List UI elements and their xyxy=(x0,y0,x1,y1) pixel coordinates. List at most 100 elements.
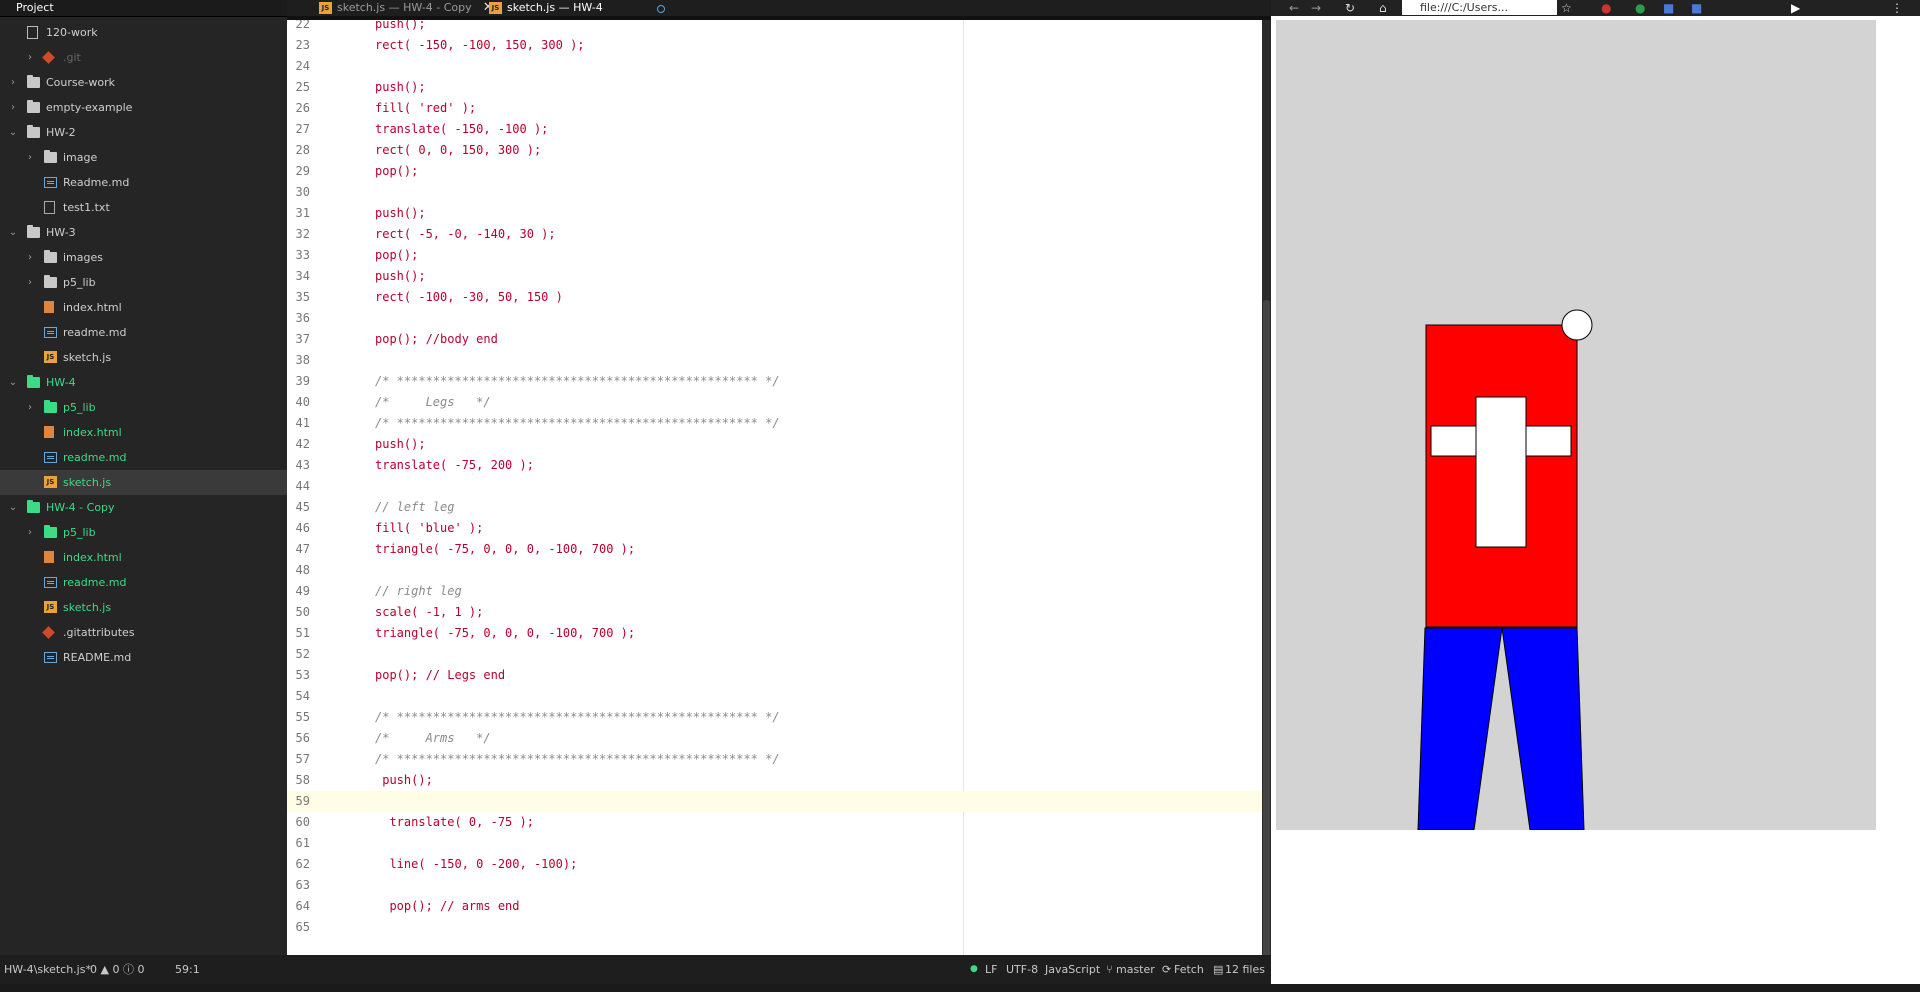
code-line[interactable]: 42 push(); xyxy=(287,434,1262,455)
chevron-down-icon[interactable]: ⌄ xyxy=(8,370,18,395)
code-line[interactable]: 56 /* Arms */ xyxy=(287,728,1262,749)
code-line[interactable]: 39 /* ***********************************… xyxy=(287,371,1262,392)
code-line[interactable]: 38 xyxy=(287,350,1262,371)
code-line[interactable]: 48 xyxy=(287,560,1262,581)
extension-icon[interactable]: ● xyxy=(1601,1,1611,15)
tree-item[interactable]: readme.md xyxy=(0,570,287,595)
code-line[interactable]: 58 push(); xyxy=(287,770,1262,791)
code-line[interactable]: 26 fill( 'red' ); xyxy=(287,98,1262,119)
tree-item[interactable]: readme.md xyxy=(0,320,287,345)
chevron-right-icon[interactable]: › xyxy=(8,95,18,120)
extension-icon[interactable]: ▶ xyxy=(1791,1,1800,15)
tree-item[interactable]: 120-work xyxy=(0,20,287,45)
code-line[interactable]: 45 // left leg xyxy=(287,497,1262,518)
code-line[interactable]: 57 /* ***********************************… xyxy=(287,749,1262,770)
code-line[interactable]: 61 xyxy=(287,833,1262,854)
tree-item[interactable]: JS sketch.js xyxy=(0,470,287,495)
extension-icon[interactable]: ■ xyxy=(1663,1,1674,15)
problems-count[interactable]: 0 ▲ 0 ⓘ 0 xyxy=(90,955,144,984)
tree-item[interactable]: › p5_lib xyxy=(0,270,287,295)
chevron-right-icon[interactable]: › xyxy=(25,395,35,420)
file-path[interactable]: HW-4\sketch.js* xyxy=(4,955,91,984)
code-line[interactable]: 46 fill( 'blue' ); xyxy=(287,518,1262,539)
fetch-button[interactable]: Fetch xyxy=(1174,955,1204,984)
menu-icon[interactable]: ⋮ xyxy=(1891,1,1903,15)
tree-item[interactable]: › empty-example xyxy=(0,95,287,120)
code-line[interactable]: 28 rect( 0, 0, 150, 300 ); xyxy=(287,140,1262,161)
code-line[interactable]: 52 xyxy=(287,644,1262,665)
code-line[interactable]: 41 /* ***********************************… xyxy=(287,413,1262,434)
editor-scrollbar[interactable] xyxy=(1262,20,1271,960)
address-bar[interactable]: file:///C:/Users... xyxy=(1402,0,1557,15)
tree-item[interactable]: README.md xyxy=(0,645,287,670)
code-line[interactable]: 50 scale( -1, 1 ); xyxy=(287,602,1262,623)
forward-icon[interactable]: → xyxy=(1311,1,1321,15)
tree-item[interactable]: ⌄ HW-4 - Copy xyxy=(0,495,287,520)
code-line[interactable]: 35 rect( -100, -30, 50, 150 ) xyxy=(287,287,1262,308)
encoding[interactable]: UTF-8 xyxy=(1006,955,1038,984)
code-line[interactable]: 51 triangle( -75, 0, 0, 0, -100, 700 ); xyxy=(287,623,1262,644)
extension-icon[interactable]: ■ xyxy=(1691,1,1702,15)
code-line[interactable]: 60 translate( 0, -75 ); xyxy=(287,812,1262,833)
code-line[interactable]: 33 pop(); xyxy=(287,245,1262,266)
code-line[interactable]: 24 xyxy=(287,56,1262,77)
chevron-right-icon[interactable]: › xyxy=(25,520,35,545)
tree-item[interactable]: ⌄ HW-4 xyxy=(0,370,287,395)
code-line[interactable]: 29 pop(); xyxy=(287,161,1262,182)
tree-item[interactable]: test1.txt xyxy=(0,195,287,220)
code-line[interactable]: 49 // right leg xyxy=(287,581,1262,602)
back-icon[interactable]: ← xyxy=(1289,1,1299,15)
code-line[interactable]: 65 xyxy=(287,917,1262,938)
code-editor[interactable]: 22 push(); 23 rect( -150, -100, 150, 300 );… xyxy=(287,20,1262,955)
code-line[interactable]: 44 xyxy=(287,476,1262,497)
chevron-right-icon[interactable]: › xyxy=(25,45,35,70)
code-line[interactable]: 64 pop(); // arms end xyxy=(287,896,1262,917)
tree-item[interactable]: readme.md xyxy=(0,445,287,470)
code-line[interactable]: 31 push(); xyxy=(287,203,1262,224)
chevron-down-icon[interactable]: ⌄ xyxy=(8,220,18,245)
cursor-position[interactable]: 59:1 xyxy=(175,955,200,984)
tree-item[interactable]: JS sketch.js xyxy=(0,345,287,370)
tree-item[interactable]: › p5_lib xyxy=(0,520,287,545)
tree-item[interactable]: › image xyxy=(0,145,287,170)
code-line[interactable]: 32 rect( -5, -0, -140, 30 ); xyxy=(287,224,1262,245)
code-line[interactable]: 55 /* ***********************************… xyxy=(287,707,1262,728)
tree-item[interactable]: .gitattributes xyxy=(0,620,287,645)
code-line[interactable]: 53 pop(); // Legs end xyxy=(287,665,1262,686)
line-ending[interactable]: LF xyxy=(985,955,997,984)
tree-item[interactable]: › .git xyxy=(0,45,287,70)
chevron-down-icon[interactable]: ⌄ xyxy=(8,120,18,145)
tree-item[interactable]: ⌄ HW-3 xyxy=(0,220,287,245)
chevron-right-icon[interactable]: › xyxy=(25,245,35,270)
tree-item[interactable]: › images xyxy=(0,245,287,270)
chevron-right-icon[interactable]: › xyxy=(25,270,35,295)
code-line[interactable]: 59 xyxy=(287,791,1262,812)
extension-icon[interactable]: ● xyxy=(1635,1,1645,15)
tab-sketch-hw4-copy[interactable]: JS sketch.js — HW-4 - Copy ✕ xyxy=(307,0,494,16)
chevron-down-icon[interactable]: ⌄ xyxy=(8,495,18,520)
code-line[interactable]: 40 /* Legs */ xyxy=(287,392,1262,413)
grammar[interactable]: JavaScript xyxy=(1045,955,1100,984)
code-line[interactable]: 62 line( -150, 0 -200, -100); xyxy=(287,854,1262,875)
code-line[interactable]: 30 xyxy=(287,182,1262,203)
bookmark-star-icon[interactable]: ☆ xyxy=(1561,1,1572,15)
code-line[interactable]: 63 xyxy=(287,875,1262,896)
code-line[interactable]: 27 translate( -150, -100 ); xyxy=(287,119,1262,140)
code-line[interactable]: 37 pop(); //body end xyxy=(287,329,1262,350)
changed-files[interactable]: 12 files xyxy=(1225,955,1265,984)
tree-item[interactable]: ⌄ HW-2 xyxy=(0,120,287,145)
code-line[interactable]: 34 push(); xyxy=(287,266,1262,287)
tree-item[interactable]: Readme.md xyxy=(0,170,287,195)
scrollbar-thumb[interactable] xyxy=(1263,300,1270,960)
tree-item[interactable]: › p5_lib xyxy=(0,395,287,420)
code-line[interactable]: 25 push(); xyxy=(287,77,1262,98)
tree-item[interactable]: JS sketch.js xyxy=(0,595,287,620)
home-icon[interactable]: ⌂ xyxy=(1379,1,1387,15)
code-line[interactable]: 23 rect( -150, -100, 150, 300 ); xyxy=(287,35,1262,56)
reload-icon[interactable]: ↻ xyxy=(1345,1,1355,15)
tree-item[interactable]: index.html xyxy=(0,295,287,320)
code-line[interactable]: 47 triangle( -75, 0, 0, 0, -100, 700 ); xyxy=(287,539,1262,560)
chevron-right-icon[interactable]: › xyxy=(25,145,35,170)
tab-sketch-hw4[interactable]: JS sketch.js — HW-4 xyxy=(477,0,665,16)
tree-item[interactable]: › Course-work xyxy=(0,70,287,95)
